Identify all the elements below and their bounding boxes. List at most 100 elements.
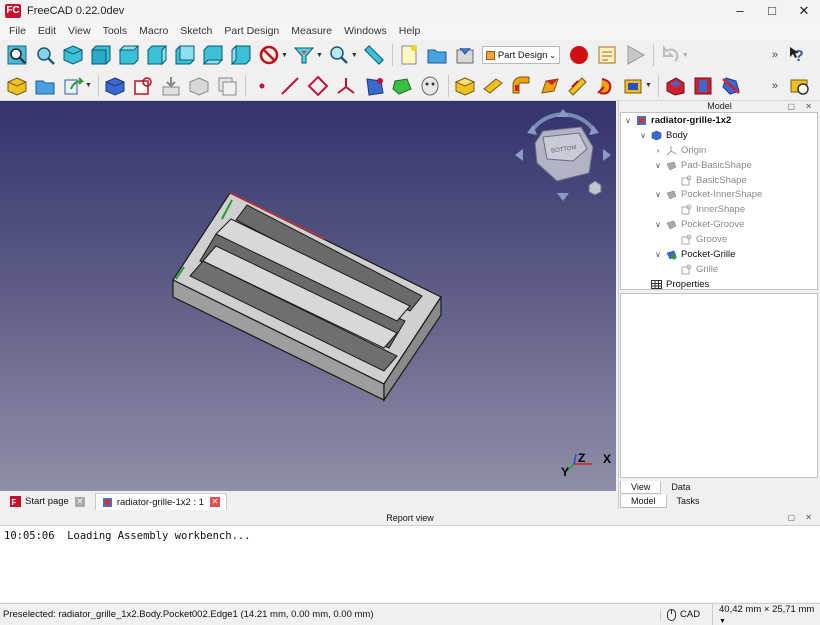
create-part-icon[interactable] <box>6 75 28 97</box>
chamfer-icon[interactable] <box>692 75 714 97</box>
tab-radiator-grille[interactable]: radiator-grille-1x2 : 1 ✕ <box>94 493 227 510</box>
bottom-view-icon[interactable] <box>202 44 224 66</box>
macro-editor-icon[interactable] <box>596 44 618 66</box>
menu-part-design[interactable]: Part Design <box>218 25 285 37</box>
model-tree[interactable]: ∨ radiator-grille-1x2 ∨ Body › Origin ∨ … <box>620 112 818 290</box>
multi-transform-icon[interactable] <box>622 75 644 97</box>
measure-tool-icon[interactable] <box>788 75 810 97</box>
front-view-icon[interactable] <box>90 44 112 66</box>
tree-item-origin[interactable]: › Origin <box>621 143 817 158</box>
create-group-icon[interactable] <box>34 75 56 97</box>
expand-icon[interactable]: › <box>653 146 663 155</box>
tree-item-basicshape[interactable]: BasicShape <box>621 173 817 188</box>
nav-right-arrow-icon[interactable] <box>603 149 611 161</box>
chevron-down-icon[interactable]: ▼ <box>316 52 323 59</box>
save-document-icon[interactable] <box>454 44 476 66</box>
maximize-button[interactable]: □ <box>756 0 788 22</box>
additive-pipe-icon[interactable] <box>510 75 532 97</box>
tree-item-document[interactable]: ∨ radiator-grille-1x2 <box>621 113 817 128</box>
measure-icon[interactable] <box>363 44 385 66</box>
pad-icon[interactable] <box>391 75 413 97</box>
property-editor[interactable] <box>620 293 818 478</box>
panel-float-close-icon[interactable]: ▢ ✕ <box>788 511 816 525</box>
subtractive-box-icon[interactable] <box>566 75 588 97</box>
expand-icon[interactable]: ∨ <box>638 131 648 140</box>
nav-left-arrow-icon[interactable] <box>515 149 523 161</box>
undo-icon[interactable] <box>659 44 681 66</box>
menu-macro[interactable]: Macro <box>133 25 174 37</box>
tree-item-properties[interactable]: Properties <box>621 277 817 289</box>
draw-style-icon[interactable] <box>258 44 280 66</box>
datum-plane-icon[interactable] <box>307 75 329 97</box>
tree-item-innershape[interactable]: InnerShape <box>621 202 817 217</box>
expand-icon[interactable]: ∨ <box>653 220 663 229</box>
workbench-selector[interactable]: Part Design ⌄ <box>481 46 560 64</box>
expand-icon[interactable]: ∨ <box>653 250 663 259</box>
new-document-icon[interactable] <box>398 44 420 66</box>
tree-item-body[interactable]: ∨ Body <box>621 128 817 143</box>
fillet-icon[interactable] <box>664 75 686 97</box>
expand-icon[interactable]: ∨ <box>653 190 663 199</box>
close-button[interactable]: ✕ <box>788 0 820 22</box>
menu-sketch[interactable]: Sketch <box>174 25 218 37</box>
whats-this-icon[interactable]: ? <box>788 44 810 66</box>
minimize-button[interactable]: – <box>724 0 756 22</box>
validate-sketch-icon[interactable] <box>160 75 182 97</box>
execute-macro-icon[interactable] <box>624 44 646 66</box>
chevron-down-icon[interactable]: ▼ <box>85 82 92 89</box>
menu-tools[interactable]: Tools <box>97 25 134 37</box>
shape-binder-icon[interactable] <box>188 75 210 97</box>
record-macro-icon[interactable] <box>568 44 590 66</box>
top-view-icon[interactable] <box>118 44 140 66</box>
navigation-style-selector[interactable]: CAD <box>660 608 712 621</box>
toolbar-overflow-icon[interactable]: » <box>772 49 778 61</box>
rear-view-icon[interactable] <box>174 44 196 66</box>
tab-view[interactable]: View <box>620 481 662 494</box>
revolution-icon[interactable] <box>419 75 441 97</box>
expand-icon[interactable]: ∨ <box>653 161 663 170</box>
close-icon[interactable]: ✕ <box>209 497 220 507</box>
zoom-icon[interactable] <box>328 44 350 66</box>
expand-icon[interactable]: ∨ <box>623 116 633 125</box>
panel-float-close-icon[interactable]: ▢ ✕ <box>788 101 816 112</box>
tree-item-pocket-groove[interactable]: ∨ Pocket-Groove <box>621 217 817 232</box>
3d-viewport[interactable]: BOTTOM X Y Z <box>0 101 616 491</box>
tab-model[interactable]: Model <box>620 495 667 508</box>
report-view[interactable]: 10:05:06 Loading Assembly workbench... <box>0 525 820 602</box>
open-document-icon[interactable] <box>426 44 448 66</box>
tree-item-grille[interactable]: Grille <box>621 262 817 277</box>
menu-measure[interactable]: Measure <box>285 25 338 37</box>
subtractive-helix-icon[interactable] <box>594 75 616 97</box>
fit-all-icon[interactable] <box>6 44 28 66</box>
navigation-cube[interactable]: BOTTOM <box>513 107 613 207</box>
tree-item-pocket-grille[interactable]: ∨ Pocket-Grille <box>621 247 817 262</box>
tree-item-pad-basicshape[interactable]: ∨ Pad-BasicShape <box>621 158 817 173</box>
isometric-view-icon[interactable] <box>62 44 84 66</box>
menu-file[interactable]: File <box>3 25 32 37</box>
left-view-icon[interactable] <box>230 44 252 66</box>
toolbar-overflow-icon[interactable]: » <box>772 80 778 92</box>
chevron-down-icon[interactable]: ▼ <box>351 52 358 59</box>
additive-helix-icon[interactable] <box>538 75 560 97</box>
clone-icon[interactable] <box>216 75 238 97</box>
draft-icon[interactable] <box>720 75 742 97</box>
tab-tasks[interactable]: Tasks <box>667 495 710 508</box>
chevron-down-icon[interactable]: ▼ <box>645 82 652 89</box>
tree-item-pocket-innershape[interactable]: ∨ Pocket-InnerShape <box>621 187 817 202</box>
create-body-icon[interactable] <box>104 75 126 97</box>
right-view-icon[interactable] <box>146 44 168 66</box>
tree-item-groove[interactable]: Groove <box>621 232 817 247</box>
menu-view[interactable]: View <box>62 25 97 37</box>
local-coordinate-system-icon[interactable] <box>335 75 357 97</box>
tab-data[interactable]: Data <box>661 481 700 494</box>
chevron-down-icon[interactable]: ▼ <box>682 52 689 59</box>
additive-loft-icon[interactable] <box>482 75 504 97</box>
tab-start-page[interactable]: F Start page ✕ <box>4 493 91 510</box>
additive-box-icon[interactable] <box>454 75 476 97</box>
view-menu-cube-icon[interactable] <box>588 180 602 196</box>
selection-filter-icon[interactable] <box>293 44 315 66</box>
chevron-down-icon[interactable]: ▼ <box>281 52 288 59</box>
menu-windows[interactable]: Windows <box>338 25 393 37</box>
close-icon[interactable]: ✕ <box>74 496 85 507</box>
create-sketch-icon[interactable] <box>132 75 154 97</box>
